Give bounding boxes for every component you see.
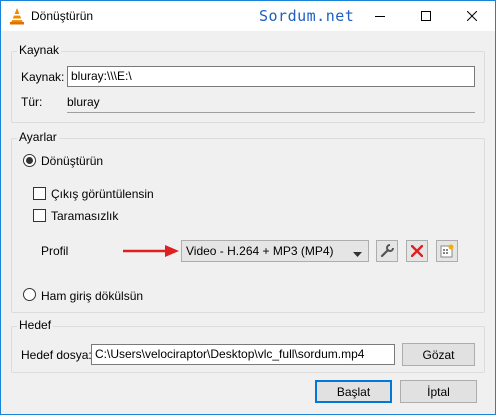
type-value: bluray xyxy=(67,95,100,109)
type-underline xyxy=(67,112,475,113)
minimize-button[interactable] xyxy=(357,1,403,31)
chevron-down-icon xyxy=(353,247,362,261)
edit-profile-button[interactable] xyxy=(376,240,398,262)
display-output-label[interactable]: Çıkış görüntülensin xyxy=(51,187,154,201)
display-output-checkbox[interactable] xyxy=(33,187,46,200)
new-profile-button[interactable] xyxy=(436,240,458,262)
vlc-cone-icon xyxy=(9,7,25,25)
convert-radio[interactable] xyxy=(23,154,36,167)
source-label: Kaynak: xyxy=(21,70,65,84)
delete-x-icon xyxy=(411,245,423,257)
window-title: Dönüştürün xyxy=(31,9,94,23)
settings-group-title: Ayarlar xyxy=(17,130,59,144)
destination-file-input[interactable]: C:\Users\velociraptor\Desktop\vlc_full\s… xyxy=(91,344,395,365)
profile-select[interactable]: Video - H.264 + MP3 (MP4) xyxy=(181,240,369,262)
convert-radio-label[interactable]: Dönüştürün xyxy=(41,154,103,168)
deinterlace-checkbox[interactable] xyxy=(33,209,46,222)
title-bar[interactable]: Dönüştürün Sordum.net xyxy=(1,1,495,31)
wrench-icon xyxy=(380,244,394,258)
dump-raw-label[interactable]: Ham giriş dökülsün xyxy=(41,289,143,303)
maximize-button[interactable] xyxy=(403,1,449,31)
source-group-title: Kaynak xyxy=(17,43,62,57)
browse-button[interactable]: Gözat xyxy=(402,343,475,366)
maximize-icon xyxy=(421,11,431,21)
destination-file-label: Hedef dosya: xyxy=(21,348,92,362)
profile-label: Profil xyxy=(41,244,69,258)
pointer-arrow-icon xyxy=(123,244,179,258)
minimize-icon xyxy=(375,16,385,17)
dump-raw-radio[interactable] xyxy=(23,288,36,301)
start-button[interactable]: Başlat xyxy=(315,380,392,403)
type-label: Tür: xyxy=(21,95,43,109)
close-button[interactable] xyxy=(449,1,495,31)
destination-group-title: Hedef xyxy=(17,318,54,332)
close-icon xyxy=(467,11,477,21)
profile-selected-value: Video - H.264 + MP3 (MP4) xyxy=(186,244,334,258)
watermark-text: Sordum.net xyxy=(259,7,355,25)
delete-profile-button[interactable] xyxy=(406,240,428,262)
deinterlace-label[interactable]: Taramasızlık xyxy=(51,209,118,223)
convert-dialog: Dönüştürün Sordum.net Kaynak Kaynak: blu… xyxy=(0,0,496,415)
new-profile-icon xyxy=(440,244,454,258)
source-input[interactable]: bluray:\\\E:\ xyxy=(67,66,475,87)
cancel-button[interactable]: İptal xyxy=(400,380,477,403)
